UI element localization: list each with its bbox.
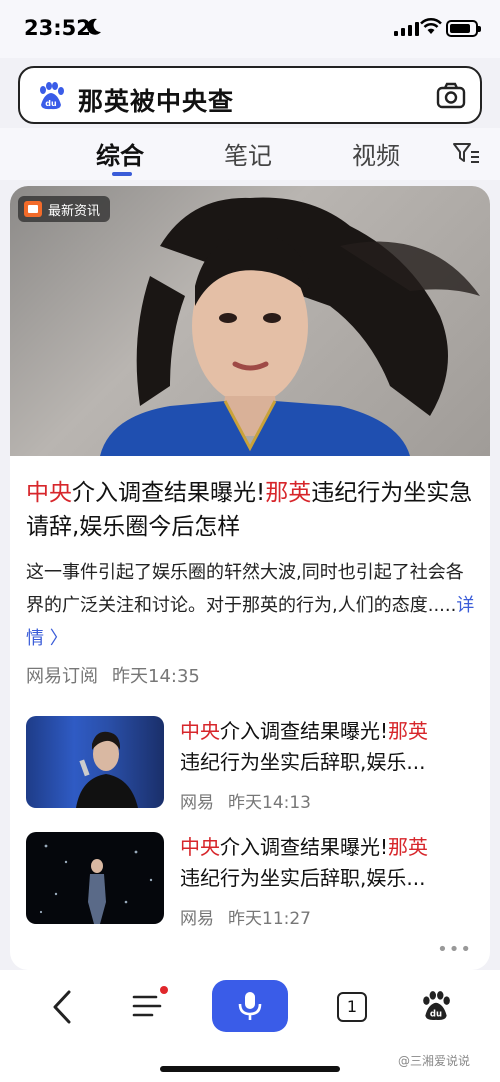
battery-icon: [446, 20, 481, 37]
notification-dot: [160, 986, 168, 994]
item-title-highlight-1: 中央: [180, 835, 220, 859]
item-title-highlight-2: 那英: [388, 835, 429, 859]
item-source: 网易: [180, 793, 214, 813]
item-source: 网易: [180, 909, 214, 929]
headline-text-1: 介入调查结果曝光!: [72, 480, 266, 506]
more-options-icon[interactable]: •••: [437, 939, 472, 960]
featured-image[interactable]: 最新资讯: [10, 186, 490, 456]
filter-icon[interactable]: [452, 142, 480, 164]
list-item[interactable]: 中央介入调查结果曝光!那英 违纪行为坐实后辞职,娱乐... 网易 昨天11:27: [26, 832, 476, 929]
signal-icon: [394, 22, 419, 36]
baidu-logo-icon: du: [40, 82, 64, 110]
camera-icon[interactable]: [436, 82, 466, 110]
status-bar: 23:52: [0, 0, 500, 58]
result-tabs: 综合 笔记 视频: [0, 128, 500, 180]
back-icon[interactable]: [50, 990, 74, 1024]
item-meta: 网易 昨天14:13: [180, 788, 311, 813]
status-time: 23:52: [24, 16, 91, 40]
item-time: 昨天14:13: [228, 793, 311, 813]
menu-icon[interactable]: [132, 992, 162, 1020]
item-title[interactable]: 中央介入调查结果曝光!那英 违纪行为坐实后辞职,娱乐...: [180, 716, 476, 778]
home-indicator: [160, 1066, 340, 1072]
watermark: @三湘爱说说: [398, 1054, 471, 1068]
featured-headline[interactable]: 中央介入调查结果曝光!那英违纪行为坐实急请辞,娱乐圈今后怎样: [26, 476, 476, 544]
search-input[interactable]: du 那英被中央查: [18, 66, 482, 124]
wifi-icon: [420, 18, 442, 34]
featured-meta: 网易订阅 昨天14:35: [26, 662, 200, 688]
item-title-line-2: 违纪行为坐实后辞职,娱乐...: [180, 866, 426, 890]
headline-highlight-2: 那英: [265, 480, 312, 506]
moon-icon: [86, 18, 101, 35]
item-thumbnail: [26, 832, 164, 924]
news-icon: [24, 201, 42, 217]
tab-video[interactable]: 视频: [352, 136, 400, 171]
tab-active-indicator: [112, 172, 132, 176]
list-item[interactable]: 中央介入调查结果曝光!那英 违纪行为坐实后辞职,娱乐... 网易 昨天14:13: [26, 716, 476, 813]
microphone-icon: [238, 992, 262, 1020]
badge-label: 最新资讯: [48, 203, 101, 219]
tab-notes[interactable]: 笔记: [224, 136, 272, 171]
item-title-line-2: 违纪行为坐实后辞职,娱乐...: [180, 750, 426, 774]
portrait-illustration: [100, 197, 480, 456]
voice-search-button[interactable]: [212, 980, 288, 1032]
search-query[interactable]: 那英被中央查: [78, 82, 234, 118]
featured-source: 网易订阅: [26, 666, 98, 687]
baidu-home-icon[interactable]: du: [420, 990, 452, 1022]
item-title-text-1: 介入调查结果曝光!: [220, 835, 389, 859]
featured-time: 昨天14:35: [112, 666, 200, 687]
item-thumbnail: [26, 716, 164, 808]
featured-summary: 这一事件引起了娱乐圈的轩然大波,同时也引起了社会各界的广泛关注和讨论。对于那英的…: [26, 556, 478, 655]
item-meta: 网易 昨天11:27: [180, 904, 311, 929]
tabs-count-button[interactable]: 1: [337, 992, 367, 1022]
svg-text:du: du: [430, 1010, 442, 1020]
latest-news-badge: 最新资讯: [18, 196, 111, 222]
tab-all[interactable]: 综合: [96, 136, 144, 171]
item-title-highlight-1: 中央: [180, 719, 220, 743]
item-title-highlight-2: 那英: [388, 719, 429, 743]
result-card: 最新资讯 中央介入调查结果曝光!那英违纪行为坐实急请辞,娱乐圈今后怎样 这一事件…: [10, 186, 490, 970]
item-time: 昨天11:27: [228, 909, 311, 929]
summary-text: 这一事件引起了娱乐圈的轩然大波,同时也引起了社会各界的广泛关注和讨论。对于那英的…: [26, 562, 464, 616]
svg-text:du: du: [45, 99, 57, 108]
item-title[interactable]: 中央介入调查结果曝光!那英 违纪行为坐实后辞职,娱乐...: [180, 832, 476, 894]
item-title-text-1: 介入调查结果曝光!: [220, 719, 389, 743]
headline-highlight-1: 中央: [26, 480, 72, 506]
